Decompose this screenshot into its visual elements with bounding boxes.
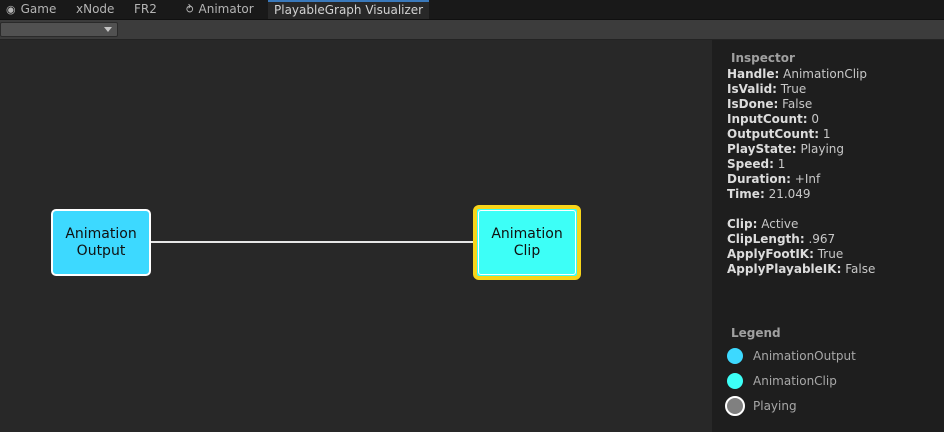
tab-animator[interactable]: ⥁ Animator xyxy=(180,0,260,19)
node-label: Animation Clip xyxy=(491,225,563,259)
prop-cliplength: ClipLength: .967 xyxy=(727,232,836,246)
gamepad-icon: ◉ xyxy=(6,3,16,16)
prop-outputcount: OutputCount: 1 xyxy=(727,127,831,141)
legend-title: Legend xyxy=(731,326,781,340)
legend-item-playing: Playing xyxy=(725,396,797,416)
node-animation-clip[interactable]: Animation Clip xyxy=(473,205,581,280)
prop-playstate: PlayState: Playing xyxy=(727,142,845,156)
toolbar xyxy=(0,20,944,40)
legend-item-animation-clip: AnimationClip xyxy=(727,372,837,390)
prop-handle: Handle: AnimationClip xyxy=(727,67,867,81)
chevron-down-icon xyxy=(104,27,112,32)
tab-xnode[interactable]: xNode xyxy=(70,0,120,19)
tab-label: xNode xyxy=(76,2,115,16)
prop-isdone: IsDone: False xyxy=(727,97,813,111)
graph-canvas[interactable]: Animation Output Animation Clip xyxy=(0,40,712,432)
prop-clip: Clip: Active xyxy=(727,217,799,231)
legend-swatch xyxy=(727,348,743,364)
tab-label: Animator xyxy=(198,2,254,16)
window-tab-bar: ◉ Game xNode FR2 ⥁ Animator PlayableGraph … xyxy=(0,0,944,20)
tab-game[interactable]: ◉ Game xyxy=(0,0,62,19)
inspector-title: Inspector xyxy=(731,51,795,65)
legend-item-animation-output: AnimationOutput xyxy=(727,347,856,365)
prop-applyfootik: ApplyFootIK: True xyxy=(727,247,844,261)
prop-time: Time: 21.049 xyxy=(727,187,811,201)
graph-select-dropdown[interactable] xyxy=(0,22,118,37)
tab-label: FR2 xyxy=(134,2,157,16)
node-animation-output[interactable]: Animation Output xyxy=(51,209,151,276)
animator-icon: ⥁ xyxy=(186,3,194,16)
tab-label: PlayableGraph Visualizer xyxy=(274,3,424,17)
prop-applyplayableik: ApplyPlayableIK: False xyxy=(727,262,876,276)
prop-isvalid: IsValid: True xyxy=(727,82,807,96)
prop-inputcount: InputCount: 0 xyxy=(727,112,820,126)
legend-swatch xyxy=(725,396,745,416)
graph-edge xyxy=(150,241,475,243)
node-label: Animation Output xyxy=(65,225,137,259)
tab-fr2[interactable]: FR2 xyxy=(128,0,163,19)
prop-duration: Duration: +Inf xyxy=(727,172,821,186)
tab-playablegraph-visualizer[interactable]: PlayableGraph Visualizer xyxy=(268,0,430,19)
inspector-panel: Inspector Handle: AnimationClip IsValid:… xyxy=(712,40,944,432)
inspector-properties: Handle: AnimationClip IsValid: True IsDo… xyxy=(727,67,875,277)
prop-speed: Speed: 1 xyxy=(727,157,786,171)
tab-label: Game xyxy=(20,2,57,16)
legend-swatch xyxy=(727,373,743,389)
